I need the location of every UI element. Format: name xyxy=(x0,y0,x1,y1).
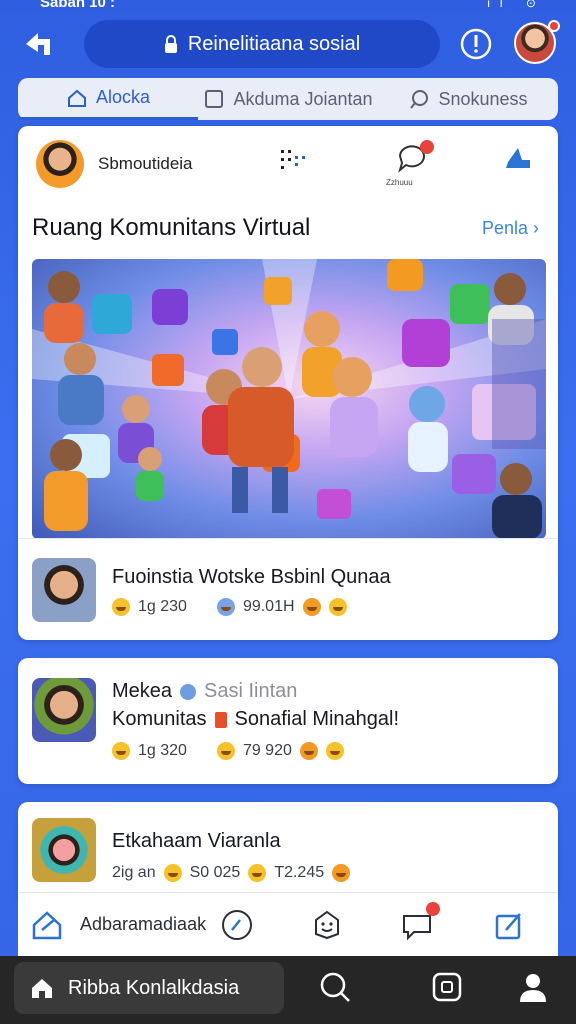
section-title: Ruang Komunitans Virtual xyxy=(32,214,311,241)
post-stats: 2ig an S0 025 T2.245 xyxy=(112,864,351,882)
user-avatar[interactable] xyxy=(36,140,84,188)
status-icons: il ⊙ xyxy=(487,0,546,10)
box-icon xyxy=(214,711,227,728)
tab-label: Alocka xyxy=(95,87,151,107)
post-title[interactable]: Etkahaam Viaranla xyxy=(112,830,281,853)
grid-dots-icon[interactable] xyxy=(278,146,310,178)
laugh-emoji-icon xyxy=(302,598,321,616)
tab-alocka[interactable]: Alocka xyxy=(18,78,198,120)
stat-value: T2.245 xyxy=(274,864,325,881)
person-icon[interactable] xyxy=(502,144,534,176)
smile-emoji-icon xyxy=(163,864,182,882)
user-name[interactable]: Sbmoutideia xyxy=(98,154,193,174)
home-back-button[interactable] xyxy=(20,26,56,62)
home-arrow-icon xyxy=(26,33,50,55)
tab-akduma-joiantan[interactable]: Akduma Joiantan xyxy=(198,78,378,120)
smile-emoji-icon xyxy=(248,864,267,882)
post-text: Komunitas xyxy=(112,708,207,730)
compass-icon[interactable] xyxy=(220,908,254,942)
home-icon xyxy=(32,979,52,998)
action-label: Adbaramadiaak xyxy=(80,914,207,934)
info-icon xyxy=(460,28,492,60)
face-icon[interactable] xyxy=(310,908,344,942)
tab-strip: Alocka Akduma Joiantan Snokuness xyxy=(18,78,558,120)
post-stats: 1g 320 79 920 xyxy=(112,742,344,760)
messages-badge xyxy=(426,901,441,916)
home-outline-icon xyxy=(32,910,62,939)
stat-value: 99.01H xyxy=(242,598,295,615)
notification-dot xyxy=(548,20,560,32)
post-stats: 1g 230 99.01H xyxy=(112,598,347,616)
post-thumbnail[interactable] xyxy=(32,678,96,742)
smile-emoji-icon xyxy=(325,742,344,760)
stat-value: 1g 320 xyxy=(138,742,187,759)
globe-icon xyxy=(216,598,235,616)
search-icon[interactable] xyxy=(318,970,352,1004)
address-text: Reinelitiaana sosial xyxy=(187,32,361,55)
post-thumbnail[interactable] xyxy=(32,818,96,882)
globe-icon xyxy=(180,683,197,700)
camera-square-icon[interactable] xyxy=(430,970,464,1004)
system-home-label: Ribba Konlalkdasia xyxy=(68,976,240,999)
messages-action[interactable] xyxy=(400,901,441,942)
chat-badge xyxy=(420,140,434,154)
status-time: Sabah 10 : xyxy=(40,0,116,11)
smile-emoji-icon xyxy=(216,742,235,760)
stat-value: 1g 230 xyxy=(138,598,187,615)
post-subtitle: Sasi Iintan xyxy=(204,680,298,702)
stat-value: S0 025 xyxy=(189,864,241,881)
stat-value: 2ig an xyxy=(112,864,156,881)
divider xyxy=(18,538,558,539)
post-title[interactable]: Fuoinstia Wotske Bsbinl Qunaa xyxy=(112,566,391,589)
smile-emoji-icon xyxy=(112,598,130,616)
post-thumbnail[interactable] xyxy=(32,558,96,622)
post-header: Mekea Sasi Iintan xyxy=(112,680,297,703)
system-home-button[interactable]: Ribba Konlalkdasia xyxy=(14,962,284,1014)
post-author[interactable]: Mekea xyxy=(112,680,172,703)
address-bar[interactable]: Reinelitiaana sosial xyxy=(84,20,440,68)
person-icon[interactable] xyxy=(516,970,550,1004)
info-button[interactable] xyxy=(458,26,494,62)
tab-label: Snokuness xyxy=(438,88,528,109)
smile-emoji-icon xyxy=(328,598,347,616)
home-outline-icon xyxy=(67,89,86,107)
laugh-emoji-icon xyxy=(332,864,351,882)
chat-label: Zzhuuu xyxy=(386,178,413,187)
laugh-emoji-icon xyxy=(299,742,318,760)
section-link[interactable]: Penla › xyxy=(482,218,539,239)
post-card[interactable] xyxy=(18,802,558,902)
post-text: Sonafial Minahgal! xyxy=(234,708,400,730)
smile-emoji-icon xyxy=(112,742,130,760)
tab-label: Akduma Joiantan xyxy=(233,88,373,109)
action-bar: Adbaramadiaak xyxy=(18,892,558,956)
community-hero-image[interactable] xyxy=(32,259,546,539)
post-line: Komunitas Sonafial Minahgal! xyxy=(112,708,399,731)
community-illustration xyxy=(32,259,546,539)
tab-snokuness[interactable]: Snokuness xyxy=(378,78,558,120)
edit-icon[interactable] xyxy=(492,908,526,942)
lock-icon xyxy=(164,35,177,53)
home-action[interactable]: Adbaramadiaak xyxy=(30,908,206,942)
square-icon xyxy=(205,90,224,108)
stat-value: 79 920 xyxy=(242,742,292,759)
search-icon xyxy=(410,90,429,109)
